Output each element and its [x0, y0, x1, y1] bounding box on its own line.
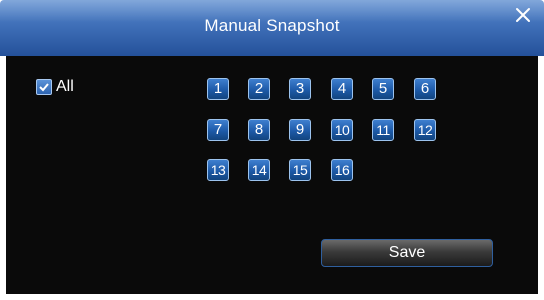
channel-button-8[interactable]: 8 [248, 119, 270, 141]
channel-button-16[interactable]: 16 [331, 159, 353, 181]
save-button[interactable]: Save [321, 239, 493, 267]
channel-button-11[interactable]: 11 [372, 119, 394, 141]
channel-button-7[interactable]: 7 [207, 119, 229, 141]
channel-button-3[interactable]: 3 [289, 78, 311, 100]
channel-button-5[interactable]: 5 [372, 78, 394, 100]
dialog-title: Manual Snapshot [204, 16, 340, 35]
select-all-option[interactable]: All [36, 78, 74, 96]
channel-button-14[interactable]: 14 [248, 159, 270, 181]
select-all-label: All [56, 78, 74, 95]
channel-button-12[interactable]: 12 [414, 119, 436, 141]
channel-button-10[interactable]: 10 [331, 119, 353, 141]
manual-snapshot-dialog: Manual Snapshot All 1 2 3 4 5 6 7 8 9 10… [0, 0, 544, 300]
checkmark-icon [39, 83, 49, 92]
channel-button-13[interactable]: 13 [207, 159, 229, 181]
channel-button-6[interactable]: 6 [414, 78, 436, 100]
channel-button-9[interactable]: 9 [289, 119, 311, 141]
title-bar: Manual Snapshot [0, 0, 544, 56]
channel-button-2[interactable]: 2 [248, 78, 270, 100]
channel-button-15[interactable]: 15 [289, 159, 311, 181]
close-icon[interactable] [514, 6, 532, 24]
dialog-body: All 1 2 3 4 5 6 7 8 9 10 11 12 13 14 15 … [6, 56, 538, 294]
channel-button-4[interactable]: 4 [331, 78, 353, 100]
select-all-checkbox[interactable] [36, 79, 52, 95]
channel-button-1[interactable]: 1 [207, 78, 229, 100]
